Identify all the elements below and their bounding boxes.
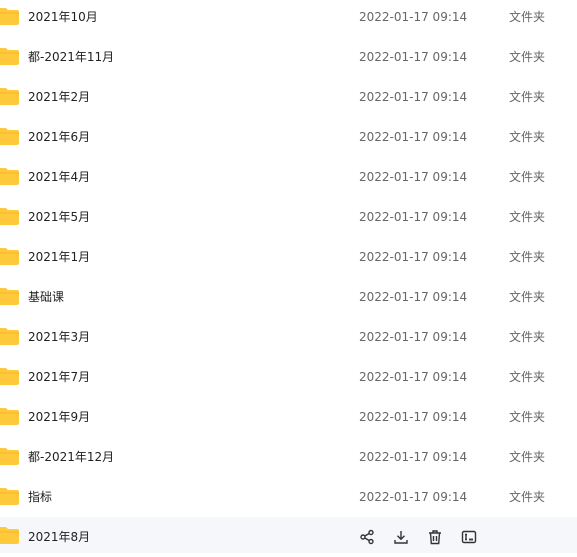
file-name[interactable]: 2021年6月 bbox=[28, 117, 90, 157]
file-row[interactable]: 2021年5月 2022-01-17 09:14 文件夹 bbox=[0, 197, 577, 237]
file-list: 2021年10月 2022-01-17 09:14 文件夹 都-2021年11月… bbox=[0, 0, 577, 553]
file-type: 文件夹 bbox=[509, 50, 546, 64]
file-date: 2022-01-17 09:14 bbox=[359, 170, 468, 184]
file-row[interactable]: 2021年7月 2022-01-17 09:14 文件夹 bbox=[0, 357, 577, 397]
download-icon[interactable] bbox=[391, 527, 411, 547]
file-name[interactable]: 2021年9月 bbox=[28, 397, 90, 437]
file-date: 2022-01-17 09:14 bbox=[359, 450, 468, 464]
file-type: 文件夹 bbox=[509, 370, 546, 384]
file-row[interactable]: 2021年2月 2022-01-17 09:14 文件夹 bbox=[0, 77, 577, 117]
folder-icon bbox=[0, 448, 19, 465]
file-type: 文件夹 bbox=[509, 450, 546, 464]
file-row[interactable]: 基础课 2022-01-17 09:14 文件夹 bbox=[0, 277, 577, 317]
file-row[interactable]: 2021年10月 2022-01-17 09:14 文件夹 bbox=[0, 0, 577, 37]
file-date: 2022-01-17 09:14 bbox=[359, 410, 468, 424]
row-actions bbox=[357, 527, 479, 547]
folder-icon bbox=[0, 48, 19, 65]
file-name[interactable]: 2021年8月 bbox=[28, 517, 90, 557]
file-row[interactable]: 指标 2022-01-17 09:14 文件夹 bbox=[0, 477, 577, 517]
folder-icon bbox=[0, 88, 19, 105]
folder-icon bbox=[0, 208, 19, 225]
folder-icon bbox=[0, 328, 19, 345]
file-date: 2022-01-17 09:14 bbox=[359, 290, 468, 304]
folder-icon bbox=[0, 408, 19, 425]
file-type: 文件夹 bbox=[509, 290, 546, 304]
file-name[interactable]: 2021年10月 bbox=[28, 0, 98, 37]
file-name[interactable]: 都-2021年12月 bbox=[28, 437, 114, 477]
folder-icon bbox=[0, 8, 19, 25]
file-row[interactable]: 都-2021年11月 2022-01-17 09:14 文件夹 bbox=[0, 37, 577, 77]
file-name[interactable]: 2021年7月 bbox=[28, 357, 90, 397]
file-type: 文件夹 bbox=[509, 10, 546, 24]
file-date: 2022-01-17 09:14 bbox=[359, 370, 468, 384]
file-date: 2022-01-17 09:14 bbox=[359, 330, 468, 344]
folder-icon bbox=[0, 488, 19, 505]
file-row[interactable]: 2021年4月 2022-01-17 09:14 文件夹 bbox=[0, 157, 577, 197]
file-row[interactable]: 2021年1月 2022-01-17 09:14 文件夹 bbox=[0, 237, 577, 277]
file-date: 2022-01-17 09:14 bbox=[359, 130, 468, 144]
file-name[interactable]: 2021年1月 bbox=[28, 237, 90, 277]
file-name[interactable]: 都-2021年11月 bbox=[28, 37, 114, 77]
folder-icon bbox=[0, 288, 19, 305]
share-icon[interactable] bbox=[357, 527, 377, 547]
file-date: 2022-01-17 09:14 bbox=[359, 210, 468, 224]
file-row[interactable]: 2021年6月 2022-01-17 09:14 文件夹 bbox=[0, 117, 577, 157]
file-type: 文件夹 bbox=[509, 170, 546, 184]
file-date: 2022-01-17 09:14 bbox=[359, 490, 468, 504]
folder-icon bbox=[0, 128, 19, 145]
file-name[interactable]: 指标 bbox=[28, 477, 52, 517]
file-type: 文件夹 bbox=[509, 490, 546, 504]
file-row[interactable]: 2021年9月 2022-01-17 09:14 文件夹 bbox=[0, 397, 577, 437]
file-date: 2022-01-17 09:14 bbox=[359, 250, 468, 264]
folder-icon bbox=[0, 168, 19, 185]
file-name[interactable]: 2021年2月 bbox=[28, 77, 90, 117]
file-date: 2022-01-17 09:14 bbox=[359, 10, 468, 24]
file-type: 文件夹 bbox=[509, 210, 546, 224]
file-name[interactable]: 基础课 bbox=[28, 277, 64, 317]
rename-icon[interactable] bbox=[459, 527, 479, 547]
folder-icon bbox=[0, 248, 19, 265]
folder-icon bbox=[0, 368, 19, 385]
file-name[interactable]: 2021年4月 bbox=[28, 157, 90, 197]
file-type: 文件夹 bbox=[509, 330, 546, 344]
file-row-hovered[interactable]: 2021年8月 bbox=[0, 517, 577, 553]
file-type: 文件夹 bbox=[509, 130, 546, 144]
file-date: 2022-01-17 09:14 bbox=[359, 90, 468, 104]
file-row[interactable]: 2021年3月 2022-01-17 09:14 文件夹 bbox=[0, 317, 577, 357]
file-name[interactable]: 2021年5月 bbox=[28, 197, 90, 237]
file-name[interactable]: 2021年3月 bbox=[28, 317, 90, 357]
delete-icon[interactable] bbox=[425, 527, 445, 547]
file-type: 文件夹 bbox=[509, 410, 546, 424]
file-date: 2022-01-17 09:14 bbox=[359, 50, 468, 64]
file-row[interactable]: 都-2021年12月 2022-01-17 09:14 文件夹 bbox=[0, 437, 577, 477]
file-type: 文件夹 bbox=[509, 90, 546, 104]
folder-icon bbox=[0, 527, 19, 544]
file-type: 文件夹 bbox=[509, 250, 546, 264]
